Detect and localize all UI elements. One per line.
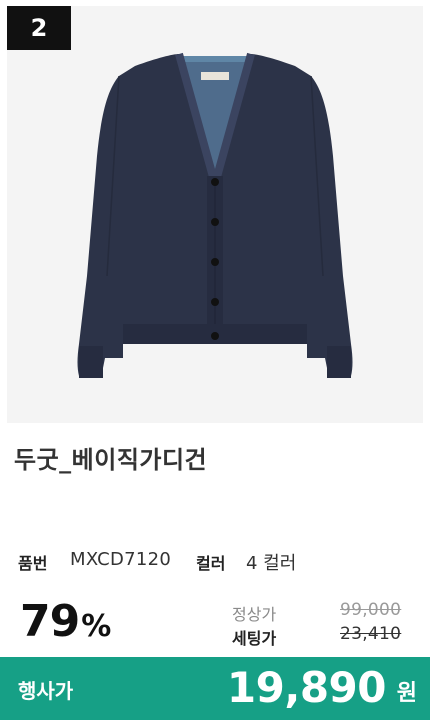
color-count: 4 컬러	[246, 553, 297, 574]
product-card[interactable]: 2 두굿_베이직가디건 품번 MXCD7120 컬러 4 컬러 79 % 정상가…	[0, 0, 430, 720]
regular-price-label: 정상가	[232, 605, 277, 624]
discount-value: 79	[20, 596, 80, 647]
discount-unit: %	[81, 609, 112, 644]
product-code-label: 품번	[18, 554, 48, 573]
regular-price-value: 99,000	[340, 600, 402, 620]
currency-unit: 원	[396, 681, 417, 706]
event-price-label: 행사가	[18, 679, 74, 703]
product-image	[77, 52, 353, 378]
product-image-frame[interactable]	[7, 6, 423, 423]
event-price-value: 19,890	[226, 663, 387, 712]
rank-badge: 2	[7, 6, 71, 50]
product-code-value: MXCD7120	[70, 549, 172, 570]
set-price-label: 세팅가	[232, 629, 277, 648]
product-name[interactable]: 두굿_베이직가디건	[14, 440, 207, 475]
color-label: 컬러	[196, 554, 226, 573]
discount-rate: 79 %	[20, 596, 111, 647]
event-price-bar[interactable]: 행사가 19,890 원	[0, 657, 430, 720]
set-price-value: 23,410	[340, 624, 402, 644]
